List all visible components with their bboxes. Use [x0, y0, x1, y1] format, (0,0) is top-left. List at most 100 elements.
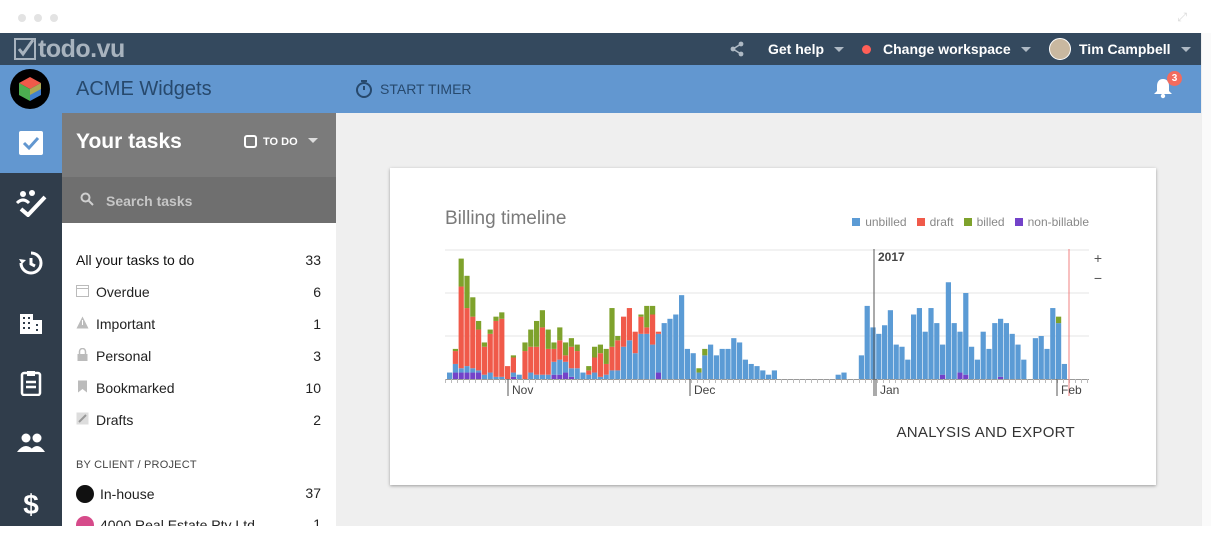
- rail-assign[interactable]: [0, 173, 62, 233]
- minimize-dot[interactable]: [34, 14, 42, 22]
- bar-segment-draft: [563, 355, 569, 362]
- task-filter-overdue[interactable]: Overdue 6: [62, 276, 336, 308]
- user-name: Tim Campbell: [1079, 41, 1171, 57]
- rail-history[interactable]: [0, 233, 62, 293]
- bar-segment-billed: [522, 342, 528, 352]
- expand-icon[interactable]: ⤢: [1177, 10, 1187, 25]
- bar-segment-unbilled: [580, 372, 586, 379]
- task-filter-important[interactable]: Important 1: [62, 308, 336, 340]
- bar-segment-billed: [592, 346, 598, 358]
- bar-segment-draft: [592, 357, 598, 373]
- bar-segment-non-billable: [557, 374, 563, 379]
- bar-segment-unbilled: [864, 305, 870, 379]
- legend-label: unbilled: [865, 215, 907, 229]
- tasks-icon: [19, 131, 43, 155]
- change-workspace-menu[interactable]: Change workspace: [862, 33, 1031, 65]
- task-filter-personal[interactable]: Personal 3: [62, 340, 336, 372]
- maximize-dot[interactable]: [50, 14, 58, 22]
- zoom-out-button[interactable]: −: [1092, 270, 1104, 286]
- legend-item-billed[interactable]: billed: [963, 215, 1005, 229]
- bar-segment-unbilled: [922, 331, 928, 379]
- search-input[interactable]: [104, 189, 318, 213]
- bar-segment-unbilled: [696, 372, 702, 379]
- rail-billing[interactable]: $: [0, 473, 62, 533]
- bar-segment-billed: [696, 368, 702, 373]
- workspace-logo[interactable]: [10, 69, 50, 109]
- bar-segment-unbilled: [667, 318, 673, 379]
- bar-segment-unbilled: [742, 359, 748, 379]
- page-scrollbar[interactable]: [1201, 33, 1211, 526]
- legend-item-unbilled[interactable]: unbilled: [852, 215, 907, 229]
- bar-segment-unbilled: [957, 331, 963, 373]
- bar-segment-billed: [545, 329, 551, 349]
- rail-people[interactable]: [0, 413, 62, 473]
- get-help-menu[interactable]: Get help: [768, 33, 845, 65]
- client-name: 4000 Real Estate Pty Ltd: [100, 517, 255, 526]
- bar-segment-unbilled: [760, 370, 766, 379]
- rail-tasks[interactable]: [0, 113, 62, 173]
- bar-segment-unbilled: [458, 368, 464, 373]
- bar-segment-unbilled: [945, 282, 951, 379]
- people-icon: [17, 433, 45, 452]
- bar-segment-billed: [493, 316, 499, 321]
- bar-segment-unbilled: [1044, 348, 1050, 379]
- legend-item-draft[interactable]: draft: [916, 215, 954, 229]
- bar-segment-unbilled: [835, 374, 841, 379]
- bar-segment-unbilled: [951, 323, 957, 379]
- browser-chrome: ⤢: [0, 0, 1211, 33]
- client-avatar: [76, 485, 94, 503]
- workspace-name[interactable]: ACME Widgets: [76, 65, 212, 113]
- analysis-export-button[interactable]: ANALYSIS AND EXPORT: [896, 424, 1075, 441]
- bar-segment-unbilled: [650, 344, 656, 379]
- bar-segment-billed: [609, 308, 615, 347]
- bar-segment-unbilled: [655, 333, 661, 373]
- icon-rail: $: [0, 113, 62, 526]
- legend-item-non-billable[interactable]: non-billable: [1014, 215, 1089, 229]
- bar-segment-billed: [528, 329, 534, 347]
- x-tick-label: Dec: [694, 383, 715, 397]
- task-filter-label: Important: [96, 316, 156, 332]
- x-tick-label: Nov: [512, 383, 533, 397]
- bar-segment-unbilled: [858, 355, 864, 379]
- task-filter-bookmarked[interactable]: Bookmarked 10: [62, 372, 336, 404]
- x-tick-label: Feb: [1061, 383, 1082, 397]
- user-menu[interactable]: Tim Campbell: [1049, 33, 1191, 65]
- bar-segment-billed: [1056, 316, 1062, 324]
- task-filter-count: 1: [313, 316, 321, 332]
- bar-segment-unbilled: [905, 359, 911, 379]
- zoom-in-button[interactable]: +: [1092, 250, 1104, 266]
- task-filter-drafts[interactable]: Drafts 2: [62, 404, 336, 436]
- task-filter-label: Bookmarked: [96, 380, 175, 396]
- bar-segment-billed: [476, 320, 482, 330]
- close-dot[interactable]: [18, 14, 26, 22]
- chart-title: Billing timeline: [445, 208, 567, 229]
- bar-segment-billed: [574, 344, 580, 352]
- billing-chart[interactable]: 2017 Nov Dec Jan Feb: [445, 249, 1089, 399]
- task-filter-count: 2: [313, 412, 321, 428]
- bar-segment-billed: [603, 348, 609, 364]
- bar-segment-draft: [505, 366, 511, 379]
- bar-segment-unbilled: [476, 370, 482, 373]
- bar-segment-draft: [534, 346, 540, 375]
- bar-segment-draft: [452, 351, 458, 364]
- client-item-4000-real-estate[interactable]: 4000 Real Estate Pty Ltd 1: [76, 516, 321, 526]
- start-timer-button[interactable]: START TIMER: [354, 65, 472, 113]
- bar-segment-draft: [632, 331, 638, 354]
- rail-clients[interactable]: [0, 293, 62, 353]
- client-count: 1: [313, 516, 321, 526]
- task-list: All your tasks to do 33 Overdue 6 Import…: [62, 244, 336, 436]
- notification-badge[interactable]: 3: [1167, 71, 1182, 86]
- task-filter-count: 3: [313, 348, 321, 364]
- bar-segment-unbilled: [528, 372, 534, 379]
- bar-segment-unbilled: [725, 348, 731, 379]
- todo-filter-dropdown[interactable]: TO DO: [244, 135, 318, 148]
- change-workspace-label: Change workspace: [883, 41, 1011, 57]
- client-item-in-house[interactable]: In-house 37: [76, 485, 321, 505]
- bar-segment-billed: [563, 342, 569, 356]
- app-logo[interactable]: todo.vu: [14, 35, 125, 64]
- bar-segment-unbilled: [516, 374, 522, 379]
- rail-clipboard[interactable]: [0, 353, 62, 413]
- task-filter-all[interactable]: All your tasks to do 33: [62, 244, 336, 276]
- task-filter-label: Drafts: [96, 412, 134, 428]
- share-icon[interactable]: [729, 33, 745, 65]
